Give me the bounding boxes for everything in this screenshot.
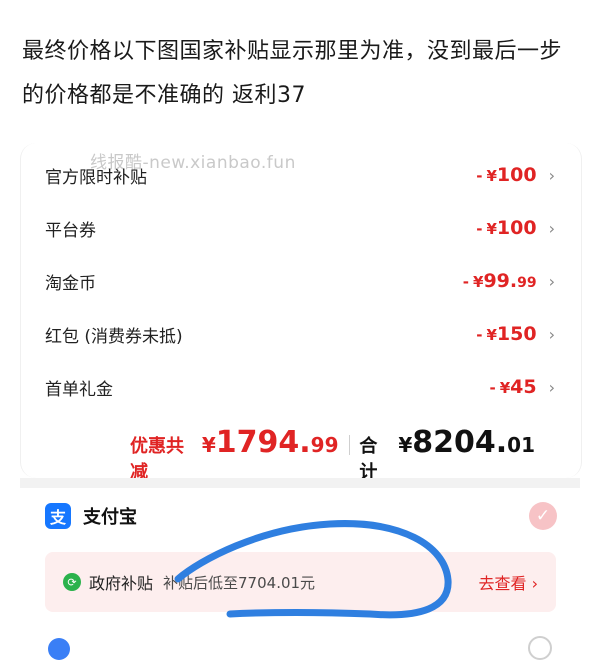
discount-amount: - ¥150 xyxy=(476,323,537,345)
discount-label: 官方限时补贴 xyxy=(45,167,147,188)
discount-row-taojinbi[interactable]: 淘金币 - ¥99.99 › xyxy=(45,266,555,296)
payment-radio[interactable] xyxy=(528,636,552,660)
subsidy-label: 政府补贴 xyxy=(89,574,154,593)
discount-label: 平台券 xyxy=(45,220,96,241)
discount-row-official-subsidy[interactable]: 官方限时补贴 - ¥100 › xyxy=(45,160,555,190)
total-label: 合计 xyxy=(359,436,378,483)
total-discount-integer: 1794. xyxy=(215,425,311,460)
payment-method-name: 支付宝 xyxy=(83,507,137,528)
discount-row-first-order-gift[interactable]: 首单礼金 - ¥45 › xyxy=(45,372,555,402)
note-text: 最终价格以下图国家补贴显示那里为准，没到最后一步的价格都是不准确的 返利37 xyxy=(22,39,563,108)
total-discount-currency: ¥ xyxy=(201,433,216,457)
payment-option-alipay[interactable]: 支 支付宝 ✓ xyxy=(45,500,557,532)
discount-amount: - ¥100 xyxy=(476,164,537,186)
total-discount-decimal: 99 xyxy=(310,433,339,457)
discount-amount: - ¥45 xyxy=(489,376,537,398)
discount-amount: - ¥99.99 xyxy=(462,270,537,292)
chevron-right-icon: › xyxy=(548,325,555,344)
price-summary: 优惠共减 ¥ 1794. 99 合计 ¥ 8204. 01 xyxy=(130,425,535,483)
view-subsidy-link[interactable]: 去查看 › xyxy=(479,570,539,594)
chevron-right-icon: › xyxy=(548,378,555,397)
discount-label: 红包 (消费券未抵) xyxy=(45,326,183,347)
chevron-right-icon: › xyxy=(548,219,555,238)
total-currency: ¥ xyxy=(398,433,413,457)
alipay-icon: 支 xyxy=(45,503,71,529)
discount-label: 淘金币 xyxy=(45,273,96,294)
selected-check-icon[interactable]: ✓ xyxy=(529,502,557,530)
next-payment-icon xyxy=(48,638,70,660)
discount-amount: - ¥100 xyxy=(476,217,537,239)
discount-row-platform-coupon[interactable]: 平台券 - ¥100 › xyxy=(45,213,555,243)
government-subsidy-icon: ⟳ xyxy=(63,573,81,591)
total-decimal: 01 xyxy=(507,433,535,457)
total-integer: 8204. xyxy=(412,425,508,460)
discount-row-red-packet[interactable]: 红包 (消费券未抵) - ¥150 › xyxy=(45,319,555,349)
chevron-right-icon: › xyxy=(548,272,555,291)
discount-label: 首单礼金 xyxy=(45,379,113,400)
total-discount-label: 优惠共减 xyxy=(130,436,184,483)
section-divider xyxy=(20,478,580,488)
subsidy-description: 补贴后低至7704.01元 xyxy=(163,573,316,592)
chevron-right-icon: › xyxy=(548,166,555,185)
summary-divider xyxy=(348,435,350,455)
government-subsidy-banner[interactable]: ⟳ 政府补贴 补贴后低至7704.01元 去查看 › xyxy=(45,552,556,612)
